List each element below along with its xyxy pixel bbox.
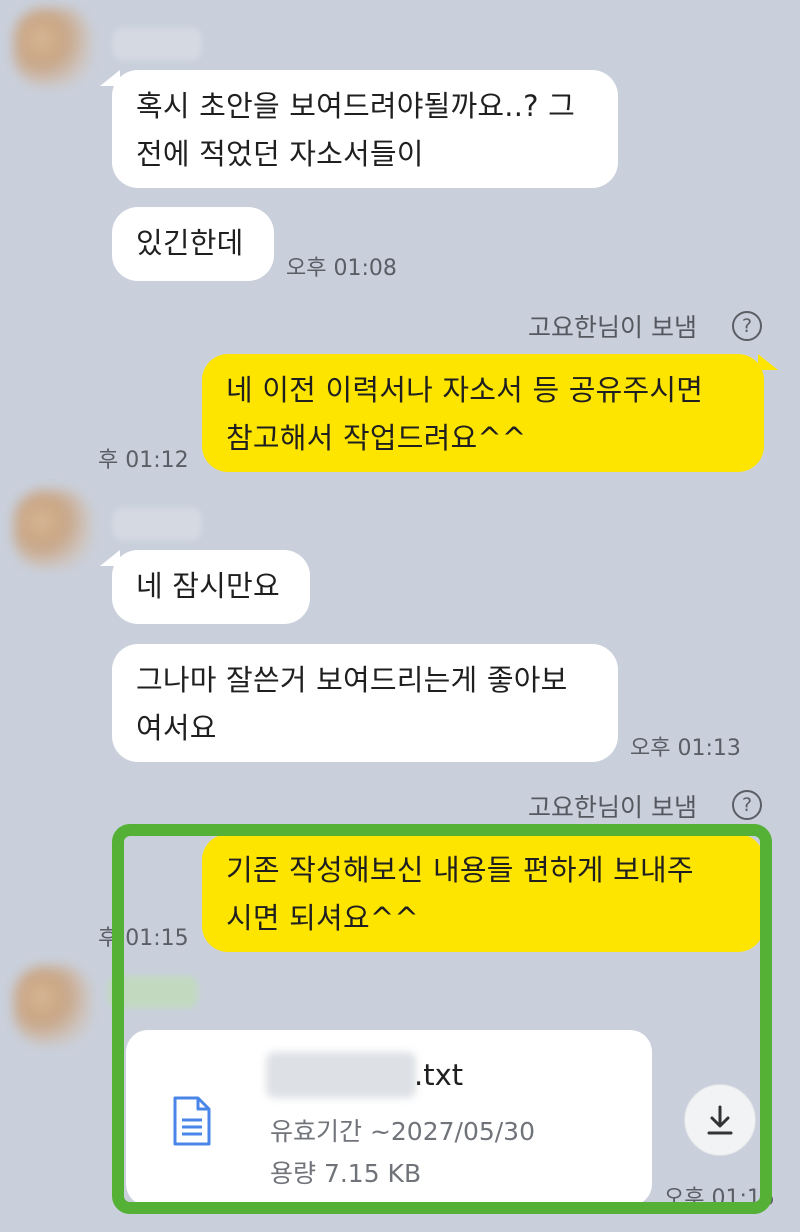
message-bubble-incoming[interactable]: 그나마 잘쓴거 보여드리는게 좋아보 여서요 xyxy=(112,644,618,762)
message-time: 오후 01:13 xyxy=(630,736,741,761)
message-time: 오후 01:08 xyxy=(286,256,397,281)
sender-label: 고요한님이 보냄 xyxy=(528,793,697,822)
sender-name-blurred xyxy=(112,508,202,540)
message-bubble-incoming[interactable]: 네 잠시만요 xyxy=(112,550,310,624)
avatar[interactable] xyxy=(14,8,92,86)
highlight-frame xyxy=(112,824,772,1214)
avatar[interactable] xyxy=(14,966,92,1044)
message-time: 후 01:12 xyxy=(98,448,189,473)
message-bubble-incoming[interactable]: 있긴한데 xyxy=(112,207,274,281)
help-circle-icon[interactable]: ? xyxy=(732,790,762,820)
bubble-tail xyxy=(758,354,778,370)
avatar[interactable] xyxy=(14,490,92,568)
message-bubble-outgoing[interactable]: 네 이전 이력서나 자소서 등 공유주시면 참고해서 작업드려요^^ xyxy=(202,354,764,472)
sender-name-blurred xyxy=(112,28,202,60)
help-circle-icon[interactable]: ? xyxy=(732,311,762,341)
message-bubble-incoming[interactable]: 혹시 초안을 보여드려야될까요..? 그 전에 적었던 자소서들이 xyxy=(112,70,618,188)
sender-label: 고요한님이 보냄 xyxy=(528,313,697,342)
